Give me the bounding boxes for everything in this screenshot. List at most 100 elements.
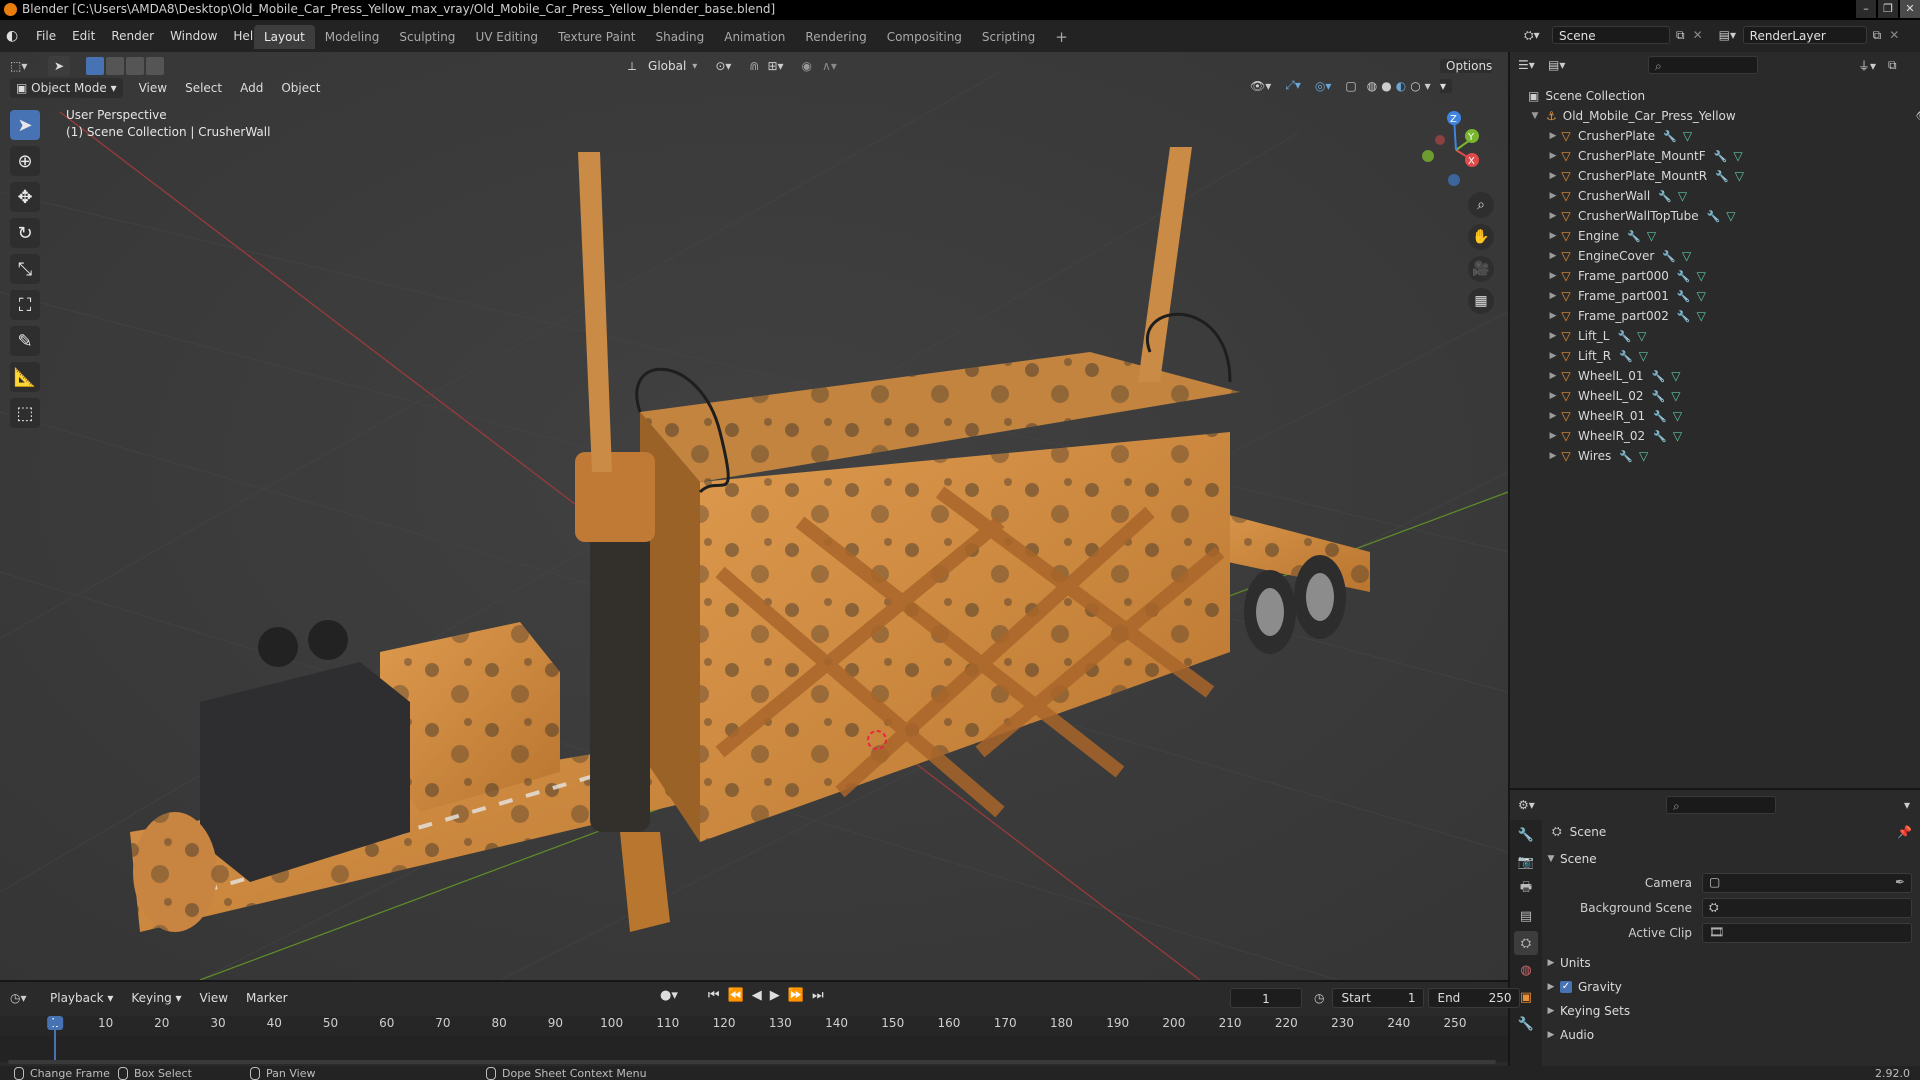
menu-window[interactable]: Window — [162, 24, 225, 48]
properties-options-icon[interactable]: ▾ — [1904, 798, 1910, 812]
visibility-eye-icon[interactable]: 👁 — [1915, 109, 1920, 124]
mesh-data-icon[interactable]: ▽ — [1639, 449, 1648, 463]
start-frame-field[interactable]: Start 1 — [1332, 988, 1425, 1008]
play-icon[interactable]: ▶ — [770, 988, 780, 1003]
outliner-object-row[interactable]: ▶▽EngineCover🔧▽👁 — [1510, 246, 1920, 266]
timeline-menu-keying[interactable]: Keying ▾ — [125, 988, 187, 1008]
expand-arrow-icon[interactable]: ▼ — [1530, 111, 1540, 121]
select-box-mode-icon[interactable] — [86, 57, 104, 75]
mesh-data-icon[interactable]: ▽ — [1697, 269, 1706, 283]
select-extend-icon[interactable] — [106, 57, 124, 75]
mesh-data-icon[interactable]: ▽ — [1735, 169, 1744, 183]
timeline-menu-marker[interactable]: Marker — [240, 988, 293, 1008]
rendered-shading-icon[interactable]: ○ — [1410, 79, 1420, 93]
mesh-data-icon[interactable]: ▽ — [1673, 429, 1682, 443]
select-box-tool-icon[interactable]: ➤ — [10, 110, 40, 140]
snap-icon[interactable]: ⋒ — [749, 59, 759, 73]
play-reverse-icon[interactable]: ◀ — [752, 988, 762, 1003]
panel-scene-header[interactable]: ▼ Scene — [1542, 848, 1912, 870]
tab-layout[interactable]: Layout — [254, 25, 315, 49]
panel-gravity-header[interactable]: ▶ ✓ Gravity — [1542, 976, 1912, 998]
proportional-edit-icon[interactable]: ◉ — [802, 59, 812, 73]
expand-arrow-icon[interactable]: ▶ — [1548, 151, 1558, 161]
active-clip-field[interactable]: 🎞 — [1702, 923, 1912, 943]
properties-editor-icon[interactable]: ⚙▾ — [1518, 798, 1548, 812]
new-scene-icon[interactable]: ⧉ — [1676, 28, 1685, 43]
modifier-icon[interactable]: 🔧 — [1658, 190, 1672, 203]
outliner-editor-icon[interactable]: ☰▾ — [1518, 58, 1548, 72]
tab-compositing[interactable]: Compositing — [877, 25, 972, 49]
pan-hand-icon[interactable]: ✋ — [1468, 224, 1494, 250]
outliner-object-row[interactable]: ▶▽CrusherWall🔧▽👁 — [1510, 186, 1920, 206]
scene-tab-icon[interactable]: ⛭ — [1514, 931, 1538, 955]
outliner-object-row[interactable]: ▶▽WheelR_02🔧▽👁 — [1510, 426, 1920, 446]
mesh-data-icon[interactable]: ▽ — [1683, 129, 1692, 143]
material-shading-icon[interactable]: ◐ — [1396, 79, 1406, 93]
tool-tab-icon[interactable]: 🔧 — [1514, 823, 1538, 847]
expand-arrow-icon[interactable]: ▶ — [1548, 271, 1558, 281]
mesh-data-icon[interactable]: ▽ — [1682, 249, 1691, 263]
modifier-tab-icon[interactable]: 🔧 — [1514, 1012, 1538, 1036]
outliner-object-row[interactable]: ▶▽Wires🔧▽👁 — [1510, 446, 1920, 466]
modifier-icon[interactable]: 🔧 — [1652, 370, 1666, 383]
viewport-menu-view[interactable]: View — [133, 78, 173, 98]
expand-arrow-icon[interactable]: ▶ — [1548, 131, 1558, 141]
close-button[interactable]: ✕ — [1900, 0, 1920, 18]
outliner-object-row[interactable]: ▶▽CrusherPlate_MountF🔧▽👁 — [1510, 146, 1920, 166]
outliner-object-row[interactable]: ▶▽Lift_L🔧▽👁 — [1510, 326, 1920, 346]
outliner-object-row[interactable]: ▶▽Frame_part002🔧▽👁 — [1510, 306, 1920, 326]
tab-texture-paint[interactable]: Texture Paint — [548, 25, 645, 49]
timeline-editor-icon[interactable]: ◷▾ — [10, 991, 44, 1005]
transform-tool-icon[interactable]: ⛶ — [10, 290, 40, 320]
tab-scripting[interactable]: Scripting — [972, 25, 1045, 49]
menu-render[interactable]: Render — [103, 24, 162, 48]
object-mode-dropdown[interactable]: ▣ Object Mode ▾ — [10, 78, 123, 98]
camera-view-icon[interactable]: 🎥 — [1468, 256, 1494, 282]
tab-uv-editing[interactable]: UV Editing — [465, 25, 548, 49]
solid-shading-icon[interactable]: ● — [1381, 79, 1391, 93]
tab-rendering[interactable]: Rendering — [795, 25, 876, 49]
viewport-menu-select[interactable]: Select — [179, 78, 228, 98]
expand-arrow-icon[interactable]: ▶ — [1548, 431, 1558, 441]
blender-menu-icon[interactable]: ◐ — [6, 28, 28, 44]
outliner-object-row[interactable]: ▶▽Frame_part001🔧▽👁 — [1510, 286, 1920, 306]
mesh-data-icon[interactable]: ▽ — [1673, 409, 1682, 423]
mesh-data-icon[interactable]: ▽ — [1678, 189, 1687, 203]
jump-to-keyframe-back-icon[interactable]: ⏪ — [728, 988, 744, 1003]
panel-units-header[interactable]: ▶ Units — [1542, 952, 1912, 974]
expand-arrow-icon[interactable]: ▶ — [1548, 331, 1558, 341]
modifier-icon[interactable]: 🔧 — [1653, 410, 1667, 423]
expand-arrow-icon[interactable]: ▶ — [1548, 171, 1558, 181]
outliner-object-row[interactable]: ▶▽WheelL_02🔧▽👁 — [1510, 386, 1920, 406]
mesh-data-icon[interactable]: ▽ — [1726, 209, 1735, 223]
annotate-tool-icon[interactable]: ✎ — [10, 326, 40, 356]
move-tool-icon[interactable]: ✥ — [10, 182, 40, 212]
delete-view-layer-icon[interactable]: ✕ — [1889, 28, 1899, 42]
panel-audio-header[interactable]: ▶ Audio — [1542, 1024, 1912, 1046]
view-layer-tab-icon[interactable]: ▤ — [1514, 904, 1538, 928]
timeline-ruler[interactable]: 1102030405060708090100110120130140150160… — [0, 1016, 1508, 1036]
timeline-track-area[interactable] — [0, 1036, 1508, 1062]
playhead[interactable] — [54, 1016, 56, 1062]
mesh-data-icon[interactable]: ▽ — [1639, 349, 1648, 363]
expand-arrow-icon[interactable]: ▶ — [1548, 391, 1558, 401]
filter-icon[interactable]: ⏚▾ — [1858, 57, 1876, 74]
panel-keying-sets-header[interactable]: ▶ Keying Sets — [1542, 1000, 1912, 1022]
timeline-scrollbar[interactable] — [8, 1060, 1496, 1064]
transform-orientation-icon[interactable]: ⟂ — [628, 59, 636, 74]
background-scene-field[interactable]: ⛭ — [1702, 898, 1912, 918]
outliner-object-row[interactable]: ▶▽WheelL_01🔧▽👁 — [1510, 366, 1920, 386]
zoom-icon[interactable]: ⌕ — [1468, 192, 1494, 218]
ortho-grid-icon[interactable]: ▦ — [1468, 288, 1494, 314]
render-tab-icon[interactable]: 📷 — [1514, 850, 1538, 874]
navigation-gizmo[interactable]: X Y Z — [1416, 110, 1496, 190]
end-frame-field[interactable]: End 250 — [1428, 988, 1521, 1008]
mesh-data-icon[interactable]: ▽ — [1671, 369, 1680, 383]
outliner-object-row[interactable]: ▶▽Frame_part000🔧▽👁 — [1510, 266, 1920, 286]
3d-viewport[interactable]: User Perspective (1) Scene Collection | … — [0, 52, 1508, 980]
expand-arrow-icon[interactable]: ▶ — [1548, 371, 1558, 381]
modifier-icon[interactable]: 🔧 — [1652, 390, 1666, 403]
options-dropdown[interactable]: Options ▾ — [1440, 59, 1493, 93]
view-layer-icon[interactable]: ▤▾ — [1719, 28, 1743, 42]
modifier-icon[interactable]: 🔧 — [1653, 430, 1667, 443]
